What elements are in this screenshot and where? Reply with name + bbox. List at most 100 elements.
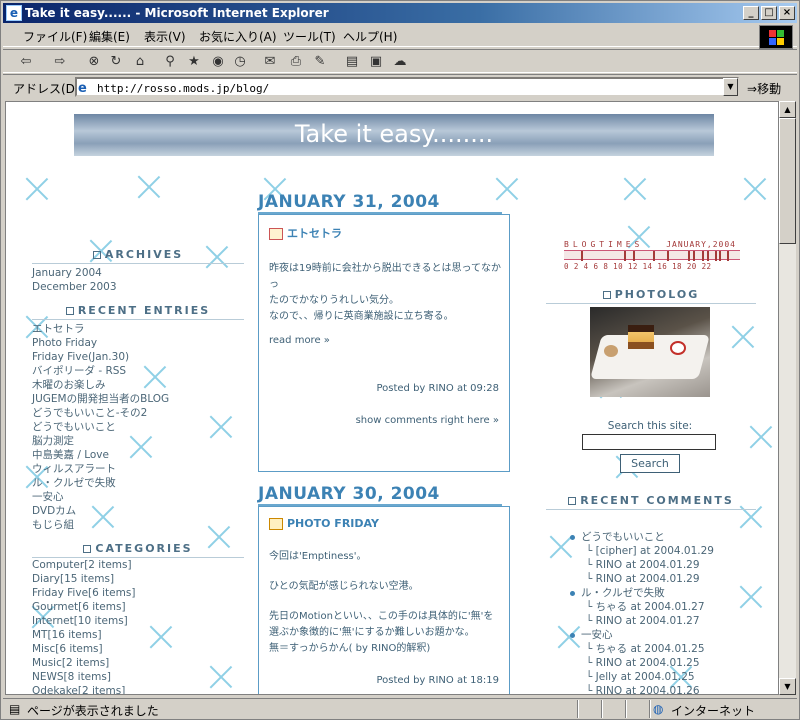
back-icon[interactable]: ⇦ — [17, 54, 35, 70]
close-button[interactable]: × — [779, 6, 795, 20]
recent-comments-title: RECENT COMMENTS — [580, 494, 734, 507]
blogtimes-bars — [564, 250, 740, 261]
blogtimes-title: BLOGTIMES — [564, 240, 644, 249]
category-link[interactable]: Computer[2 items] — [32, 558, 135, 572]
recent-entry-link[interactable]: エトセトラ — [32, 322, 169, 336]
entry-line: 無＝すっからかん( by RINO的解釈) — [269, 643, 431, 654]
recent-entry-link[interactable]: もじら組 — [32, 518, 169, 532]
entry-card: エトセトラ 昨夜は19時前に会社から脱出できるとは思ってなかっ たのでかなりうれ… — [258, 214, 510, 472]
category-link[interactable]: Friday Five[6 items] — [32, 586, 135, 600]
research-icon[interactable]: ▣ — [367, 54, 385, 70]
blogtimes-post-mark — [715, 251, 718, 261]
read-more-link[interactable]: read more » — [269, 333, 505, 349]
recent-entry-link[interactable]: ウィルスアラート — [32, 462, 169, 476]
search-button[interactable]: Search — [620, 454, 680, 473]
recent-entry-link[interactable]: どうでもいいこと — [32, 420, 169, 434]
refresh-icon[interactable]: ↻ — [107, 54, 125, 70]
minimize-button[interactable]: _ — [743, 6, 759, 20]
category-link[interactable]: MT[16 items] — [32, 628, 135, 642]
photolog-heading: PHOTOLOG — [546, 288, 756, 304]
favorites-icon[interactable]: ★ — [185, 54, 203, 70]
comment-entry-link[interactable]: どうでもいいこと — [570, 530, 714, 544]
show-comments-link[interactable]: show comments right here » — [356, 415, 499, 426]
search-icon[interactable]: ⚲ — [161, 54, 179, 70]
comment-link[interactable]: └ RINO at 2004.01.29 — [570, 558, 714, 572]
comment-link[interactable]: └ [cipher] at 2004.01.29 — [570, 544, 714, 558]
search-input[interactable] — [582, 434, 716, 450]
menu-view[interactable]: 表示(V) — [144, 28, 186, 45]
print-icon[interactable]: ⎙ — [287, 54, 305, 70]
category-link[interactable]: Gourmet[6 items] — [32, 600, 135, 614]
comment-link[interactable]: └ RINO at 2004.01.29 — [570, 572, 714, 586]
comment-link[interactable]: └ ちゃる at 2004.01.27 — [570, 600, 714, 614]
scroll-thumb[interactable] — [779, 118, 796, 244]
comment-entry-link[interactable]: 一安心 — [570, 628, 714, 642]
comment-link[interactable]: └ RINO at 2004.01.27 — [570, 614, 714, 628]
comment-entry-link[interactable]: ル・クルゼで失敗 — [570, 586, 714, 600]
maximize-button[interactable]: □ — [761, 6, 777, 20]
edit-icon[interactable]: ✎ — [311, 54, 329, 70]
comment-link[interactable]: └ Jelly at 2004.01.25 — [570, 670, 714, 684]
recent-entries-heading: RECENT ENTRIES — [32, 304, 244, 320]
category-link[interactable]: Music[2 items] — [32, 656, 135, 670]
category-link[interactable]: Odekake[2 items] — [32, 684, 135, 694]
address-input[interactable]: http://rosso.mods.jp/blog/ — [75, 77, 739, 97]
category-link[interactable]: Internet[10 items] — [32, 614, 135, 628]
entry-date: JANUARY 30, 2004 — [258, 484, 502, 506]
scroll-up-button[interactable]: ▲ — [779, 101, 796, 118]
categories-list: Computer[2 items] Diary[15 items] Friday F… — [32, 558, 135, 694]
menu-help[interactable]: ヘルプ(H) — [343, 28, 397, 45]
recent-entry-link[interactable]: Friday Five(Jan.30) — [32, 350, 169, 364]
stop-icon[interactable]: ⊗ — [85, 54, 103, 70]
archive-link[interactable]: January 2004 — [32, 266, 117, 280]
menu-edit[interactable]: 編集(E) — [89, 28, 130, 45]
windows-logo-icon — [759, 25, 793, 49]
blogtimes-post-mark — [718, 251, 721, 261]
categories-title: CATEGORIES — [95, 542, 193, 555]
messenger-icon[interactable]: ☁ — [391, 54, 409, 70]
bullet-icon — [570, 534, 575, 540]
search-label: Search this site: — [607, 420, 693, 432]
bullet-icon — [570, 632, 575, 638]
recent-entry-link[interactable]: 一安心 — [32, 490, 169, 504]
entry-title[interactable]: エトセトラ — [269, 225, 342, 241]
recent-entry-link[interactable]: どうでもいいこと-その2 — [32, 406, 169, 420]
recent-entry-link[interactable]: 脳力測定 — [32, 434, 169, 448]
blog-banner[interactable]: Take it easy........ — [74, 114, 714, 156]
recent-entry-link[interactable]: 中島美嘉 / Love — [32, 448, 169, 462]
category-link[interactable]: Misc[6 items] — [32, 642, 135, 656]
menu-file[interactable]: ファイル(F) — [23, 28, 87, 45]
archive-link[interactable]: December 2003 — [32, 280, 117, 294]
home-icon[interactable]: ⌂ — [131, 54, 149, 70]
mail-icon[interactable]: ✉ — [261, 54, 279, 70]
photolog-image[interactable] — [590, 307, 710, 397]
address-dropdown-button[interactable]: ▼ — [723, 78, 738, 96]
go-button[interactable]: ⇒移動 — [747, 80, 781, 97]
comment-link[interactable]: └ RINO at 2004.01.26 — [570, 684, 714, 694]
scroll-down-button[interactable]: ▼ — [779, 678, 796, 695]
recent-entry-link[interactable]: Photo Friday — [32, 336, 169, 350]
forward-icon[interactable]: ⇨ — [51, 54, 69, 70]
history-icon[interactable]: ◷ — [231, 54, 249, 70]
entry-line — [269, 595, 505, 609]
recent-entry-link[interactable]: ル・クルゼで失敗 — [32, 476, 169, 490]
comment-link[interactable]: └ RINO at 2004.01.25 — [570, 656, 714, 670]
comment-link[interactable]: └ ちゃる at 2004.01.25 — [570, 642, 714, 656]
go-label: 移動 — [757, 82, 782, 96]
toolbar: ⇦ ⇨ ⊗ ↻ ⌂ ⚲ ★ ◉ ◷ ✉ ⎙ ✎ ▤ ▣ ☁ — [3, 49, 797, 73]
recent-entry-link[interactable]: DVDカム — [32, 504, 169, 518]
menu-favorites[interactable]: お気に入り(A) — [199, 28, 277, 45]
entry-title[interactable]: PHOTO FRIDAY — [269, 517, 379, 530]
blogtimes-post-mark — [687, 251, 690, 261]
category-link[interactable]: NEWS[8 items] — [32, 670, 135, 684]
media-icon[interactable]: ◉ — [209, 54, 227, 70]
recent-entry-link[interactable]: バイポリーダ - RSS — [32, 364, 169, 378]
blogtimes-post-mark — [632, 251, 635, 261]
menu-tools[interactable]: ツール(T) — [283, 28, 336, 45]
entry-date: JANUARY 31, 2004 — [258, 192, 502, 214]
recent-entry-link[interactable]: 木曜のお楽しみ — [32, 378, 169, 392]
category-link[interactable]: Diary[15 items] — [32, 572, 135, 586]
recent-entry-link[interactable]: JUGEMの開発担当者のBLOG — [32, 392, 169, 406]
discuss-icon[interactable]: ▤ — [343, 54, 361, 70]
vertical-scrollbar[interactable]: ▲ ▼ — [779, 101, 796, 695]
